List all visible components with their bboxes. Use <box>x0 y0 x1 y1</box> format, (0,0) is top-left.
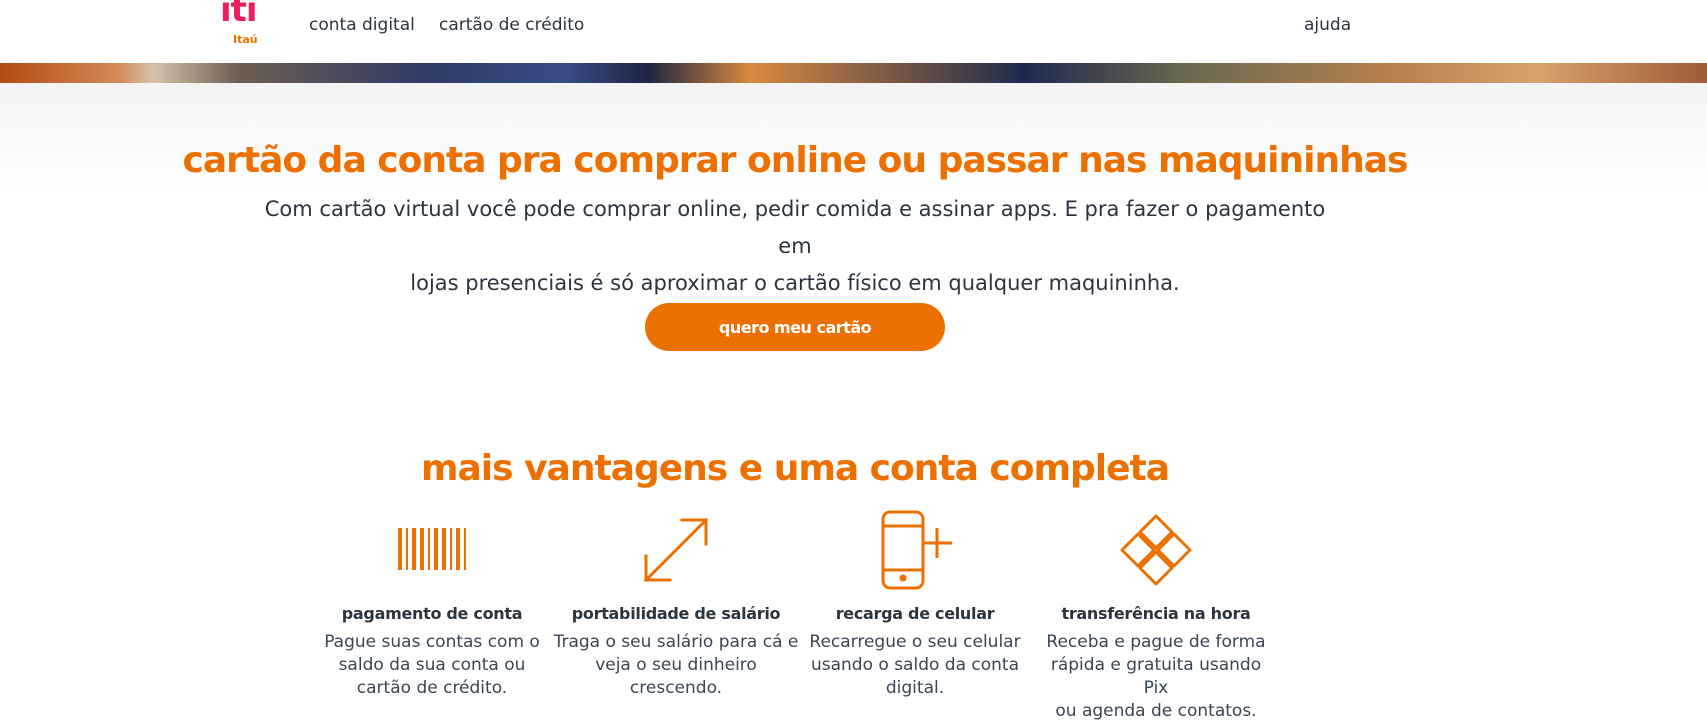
benefit-title: recarga de celular <box>835 604 995 623</box>
nav-ajuda[interactable]: ajuda <box>1304 15 1351 35</box>
benefit-description-line: ou agenda de contatos. <box>1055 701 1257 721</box>
benefit-description-line: Receba e pague de forma <box>1046 632 1266 652</box>
hero-image-strip <box>0 63 1707 83</box>
phone-plus-icon <box>881 510 952 590</box>
site-header: iti Itaú conta digital cartão de crédito… <box>0 0 1707 63</box>
benefit-description-line: saldo da sua conta ou <box>338 655 526 675</box>
benefit-description-line: rápida e gratuita usando Pix <box>1050 655 1262 698</box>
benefit-portabilidade-de-salario: portabilidade de salário Traga o seu sal… <box>552 510 800 700</box>
benefit-description-line: Recarregue o seu celular <box>809 632 1021 652</box>
benefit-description: Recarregue o seu celular usando o saldo … <box>795 631 1035 700</box>
benefit-description: Pague suas contas com o saldo da sua con… <box>312 631 552 700</box>
benefit-description-line: crescendo. <box>629 678 723 698</box>
benefit-description: Traga o seu salário para cá e veja o seu… <box>552 631 800 700</box>
nav-cartao-de-credito[interactable]: cartão de crédito <box>439 15 584 35</box>
hero-title: cartão da conta pra comprar online ou pa… <box>182 140 1409 182</box>
benefit-description-line: Traga o seu salário para cá e <box>553 632 799 652</box>
benefit-title: pagamento de conta <box>341 604 523 623</box>
pix-icon <box>1120 514 1192 586</box>
benefit-description-line: usando o saldo da conta <box>810 655 1020 675</box>
hero-description-line-1: Com cartão virtual você pode comprar onl… <box>264 197 1326 258</box>
barcode-icon <box>398 528 466 570</box>
iti-itau-logo[interactable]: iti Itaú <box>220 0 264 50</box>
benefit-transferencia-na-hora: transferência na hora Receba e pague de … <box>1036 510 1276 723</box>
benefit-description-line: Pague suas contas com o <box>324 632 540 652</box>
logo-itau-text: Itaú <box>233 33 258 46</box>
benefit-title: transferência na hora <box>1061 604 1251 623</box>
hero-description: Com cartão virtual você pode comprar onl… <box>245 191 1345 302</box>
benefit-title: portabilidade de salário <box>571 604 781 623</box>
nav-conta-digital[interactable]: conta digital <box>309 15 415 35</box>
logo-iti-text: iti <box>220 0 258 30</box>
quero-meu-cartao-button[interactable]: quero meu cartão <box>645 303 945 351</box>
benefit-description-line: digital. <box>885 678 945 698</box>
benefit-pagamento-de-conta: pagamento de conta Pague suas contas com… <box>312 510 552 700</box>
benefit-description: Receba e pague de forma rápida e gratuit… <box>1036 631 1276 723</box>
benefit-description-line: veja o seu dinheiro <box>595 655 757 675</box>
benefit-description-line: cartão de crédito. <box>356 678 508 698</box>
expand-arrows-icon <box>643 517 709 583</box>
benefits-title: mais vantagens e uma conta completa <box>420 447 1170 489</box>
hero-description-line-2: lojas presenciais é só aproximar o cartã… <box>410 271 1180 295</box>
benefit-recarga-de-celular: recarga de celular Recarregue o seu celu… <box>795 510 1035 700</box>
